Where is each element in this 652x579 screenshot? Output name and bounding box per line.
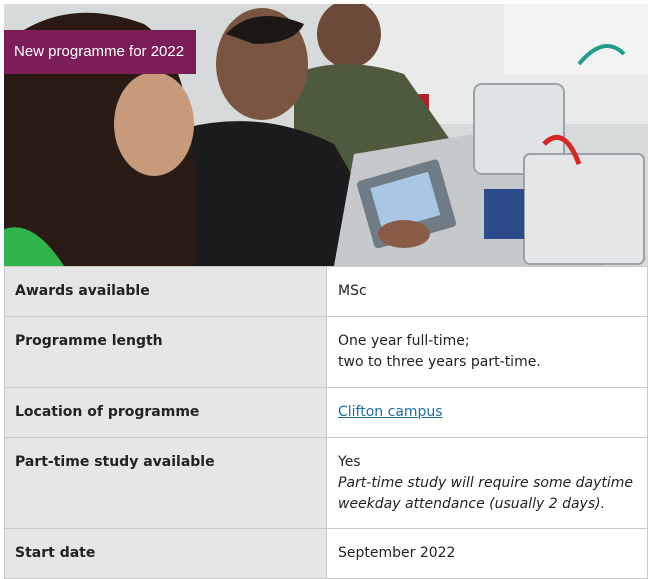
full-time-length-text: One year full-time;	[338, 333, 470, 349]
part-time-study-label: Part-time study available	[4, 437, 327, 529]
table-row: Part-time study available Yes Part-time …	[4, 437, 648, 529]
programme-summary-card: New programme for 2022 Awards available …	[4, 4, 648, 579]
programme-facts-table: Awards available MSc Programme length On…	[4, 266, 648, 579]
clifton-campus-link[interactable]: Clifton campus	[338, 404, 443, 420]
awards-available-value: MSc	[326, 266, 648, 317]
new-programme-badge: New programme for 2022	[4, 30, 197, 74]
table-row: Awards available MSc	[4, 266, 648, 317]
awards-available-label: Awards available	[4, 266, 327, 317]
hero-photo: New programme for 2022	[4, 4, 648, 266]
table-row: Start date September 2022	[4, 528, 648, 579]
part-time-length-text: two to three years part-time.	[338, 354, 541, 370]
start-date-value: September 2022	[326, 528, 648, 579]
table-row: Location of programme Clifton campus	[4, 387, 648, 438]
part-time-attendance-note: Part-time study will require some daytim…	[338, 475, 634, 512]
programme-length-label: Programme length	[4, 316, 327, 388]
location-label: Location of programme	[4, 387, 327, 438]
part-time-available-text: Yes	[338, 454, 361, 470]
start-date-label: Start date	[4, 528, 327, 579]
location-value: Clifton campus	[326, 387, 648, 438]
part-time-study-value: Yes Part-time study will require some da…	[326, 437, 648, 529]
programme-length-value: One year full-time; two to three years p…	[326, 316, 648, 388]
table-row: Programme length One year full-time; two…	[4, 316, 648, 388]
